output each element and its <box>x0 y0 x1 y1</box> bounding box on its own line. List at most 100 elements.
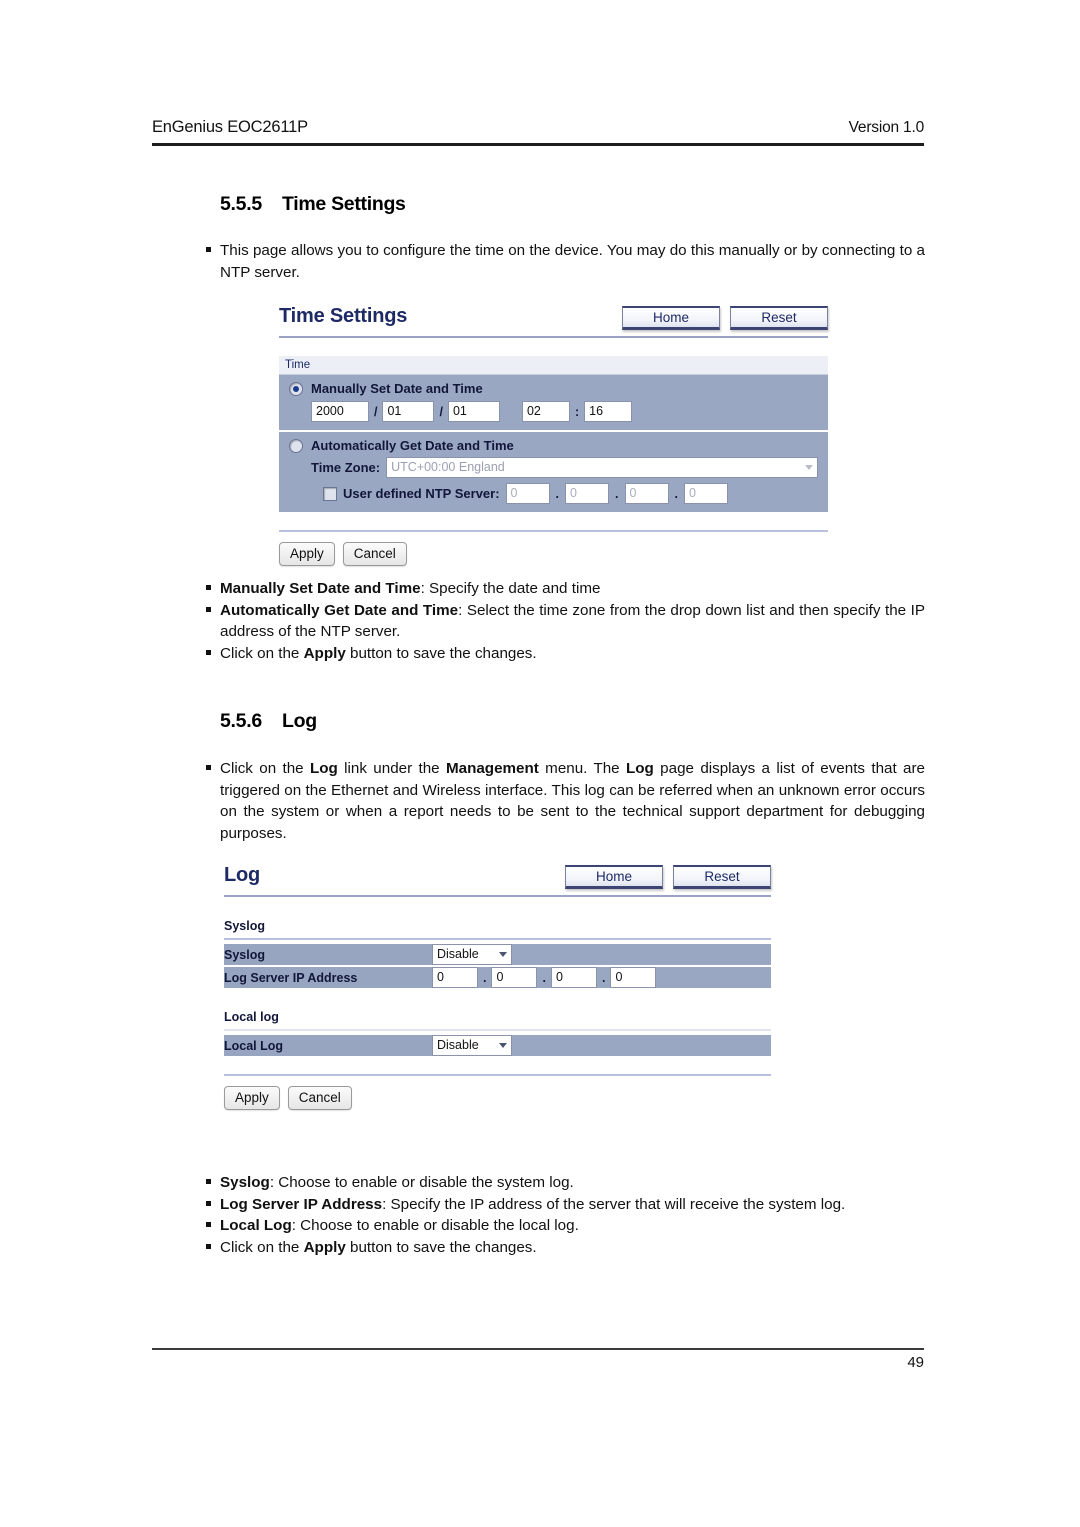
cancel-button[interactable]: Cancel <box>342 542 407 566</box>
auto-get-radio[interactable] <box>289 438 303 453</box>
log-ip-octet-4[interactable] <box>610 967 657 988</box>
bullet-square-icon <box>206 606 211 612</box>
apply-button[interactable]: Apply <box>224 1086 280 1110</box>
date-separator-1: / <box>374 404 378 419</box>
ntp-server-label: User defined NTP Server: <box>343 486 500 501</box>
syslog-select[interactable]: Disable <box>432 944 512 965</box>
table-row: Log Server IP Address . . . <box>224 967 771 988</box>
local-log-select[interactable]: Disable <box>432 1035 512 1056</box>
header-divider <box>152 143 924 146</box>
page-number: 49 <box>907 1354 924 1371</box>
log-bullet-1-term: Log Server IP Address <box>220 1195 383 1213</box>
log-bullet-0-term: Syslog <box>220 1174 270 1191</box>
log-bullet-0-desc: : Choose to enable or disable the system… <box>269 1174 574 1191</box>
log-ip-octet-3[interactable] <box>550 967 597 988</box>
manual-option-row: Manually Set Date and Time / / : <box>279 375 828 430</box>
manual-set-block: Manually Set Date and Time / / : <box>279 375 828 430</box>
log-ip-octet-1[interactable] <box>432 967 478 988</box>
syslog-group-label: Syslog <box>224 919 265 933</box>
timezone-select[interactable]: UTC+00:00 England <box>386 457 818 478</box>
table-row: Local Log Disable <box>224 1035 771 1056</box>
auto-get-label: Automatically Get Date and Time <box>311 438 514 453</box>
table-caption-row: Time <box>279 356 828 375</box>
section-title-time-settings: Time Settings <box>282 193 406 215</box>
apply-button[interactable]: Apply <box>279 542 335 566</box>
log-ui-titlebar: Log Home Reset <box>224 862 771 889</box>
time-settings-bullets: Manually Set Date and Time: Specify the … <box>180 578 925 664</box>
bullet-item: This page allows you to configure the ti… <box>180 240 925 283</box>
log-ip-dot-3: . <box>601 970 606 985</box>
home-button[interactable]: Home <box>622 306 720 330</box>
bullet-item: Manually Set Date and Time: Specify the … <box>180 578 925 600</box>
footer-divider <box>152 1348 924 1350</box>
manual-set-radio[interactable] <box>289 381 303 396</box>
document-product-name: EnGenius EOC2611P <box>152 118 308 136</box>
time-intro-text: This page allows you to configure the ti… <box>220 242 925 281</box>
log-intro-text: Click on the Log link under the Manageme… <box>220 760 925 842</box>
bullet-item: Syslog: Choose to enable or disable the … <box>180 1172 925 1194</box>
year-input[interactable] <box>311 401 369 422</box>
bullet-square-icon <box>206 649 211 655</box>
ntp-octet-3[interactable] <box>624 483 669 504</box>
time-separator: : <box>574 404 580 419</box>
local-log-selected-value: Disable <box>437 1038 479 1052</box>
time-apply-note-post: button to save the changes. <box>345 644 537 662</box>
bullet-item: Click on the Apply button to save the ch… <box>180 1237 925 1259</box>
time-ui-action-buttons: Apply Cancel <box>279 542 828 566</box>
ntp-octet-4[interactable] <box>684 483 728 504</box>
manual-datetime-fields: / / : <box>289 401 818 422</box>
syslog-selected-value: Disable <box>437 947 479 961</box>
section-heading-log: 5.5.6 Log <box>220 710 317 733</box>
time-ui-title: Time Settings <box>279 305 408 327</box>
local-log-group-label: Local log <box>224 1010 279 1024</box>
month-input[interactable] <box>382 401 435 422</box>
auto-option-line[interactable]: Automatically Get Date and Time <box>289 438 818 453</box>
home-button[interactable]: Home <box>565 865 663 889</box>
local-log-row-value: Disable <box>432 1035 771 1056</box>
log-bullet-1-desc: : Specify the IP address of the server t… <box>382 1195 846 1213</box>
manual-set-label: Manually Set Date and Time <box>311 381 483 396</box>
user-defined-ntp-checkbox[interactable] <box>323 486 337 501</box>
reset-button[interactable]: Reset <box>730 306 828 330</box>
day-input[interactable] <box>447 401 500 422</box>
log-ip-dot-2: . <box>542 970 546 985</box>
ntp-octet-2[interactable] <box>565 483 610 504</box>
time-bullet-1-term: Automatically Get Date and Time <box>220 601 459 619</box>
local-log-table: Local Log Disable <box>224 1035 771 1056</box>
log-ip-octet-2[interactable] <box>491 967 538 988</box>
bullet-square-icon <box>206 585 211 590</box>
table-row: Syslog Disable <box>224 944 771 965</box>
time-ui-titlebar: Time Settings Home Reset <box>279 303 828 330</box>
minute-input[interactable] <box>584 401 633 422</box>
date-separator-2: / <box>439 404 443 419</box>
time-caption-cell: Time <box>279 356 828 375</box>
bullet-square-icon <box>206 1243 211 1249</box>
time-bullet-0-desc: : Specify the date and time <box>420 580 601 597</box>
reset-button[interactable]: Reset <box>673 865 771 889</box>
log-server-ip-row-value: . . . <box>432 967 771 988</box>
log-bullet-2-term: Local Log <box>220 1217 292 1234</box>
manual-option-line[interactable]: Manually Set Date and Time <box>289 381 818 396</box>
log-device-ui: Log Home Reset Syslog Syslog Disable Log… <box>224 862 771 1110</box>
log-ui-title: Log <box>224 864 261 886</box>
ntp-octet-1[interactable] <box>505 483 550 504</box>
time-apply-note-pre: Click on the <box>220 644 304 662</box>
section-number-555: 5.5.5 <box>220 193 262 215</box>
bullet-square-icon <box>206 765 211 770</box>
log-bullets: Syslog: Choose to enable or disable the … <box>180 1172 925 1258</box>
timezone-row: Time Zone: UTC+00:00 England <box>289 457 818 478</box>
time-ui-header-buttons: Home Reset <box>622 303 828 330</box>
bullet-square-icon <box>206 1179 211 1184</box>
log-ip-dot-1: . <box>483 970 487 985</box>
hour-input[interactable] <box>521 401 570 422</box>
bullet-item: Click on the Log link under the Manageme… <box>180 758 925 844</box>
log-bullet-2-desc: : Choose to enable or disable the local … <box>291 1217 579 1234</box>
timezone-label: Time Zone: <box>311 460 381 475</box>
log-apply-note-post: button to save the changes. <box>345 1238 537 1256</box>
cancel-button[interactable]: Cancel <box>287 1086 352 1110</box>
bullet-item: Local Log: Choose to enable or disable t… <box>180 1215 925 1237</box>
document-version: Version 1.0 <box>848 119 925 136</box>
section-number-556: 5.5.6 <box>220 710 262 732</box>
bullet-square-icon <box>206 1200 211 1206</box>
chevron-down-icon <box>499 1043 507 1048</box>
